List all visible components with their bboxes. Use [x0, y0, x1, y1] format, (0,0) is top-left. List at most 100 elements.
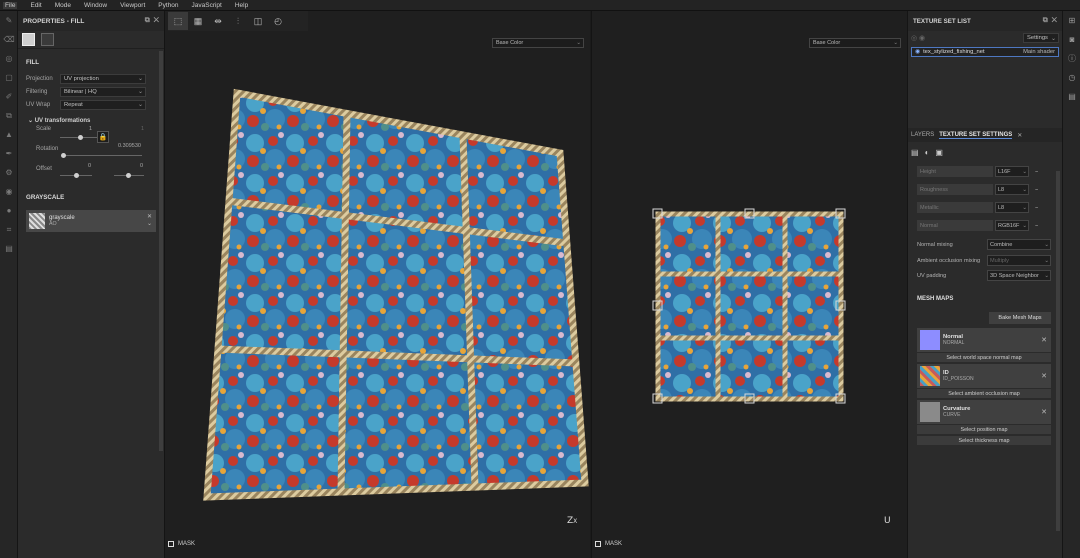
close-icon[interactable]: ⧉ ✕: [145, 17, 159, 25]
filtering-row: Filtering Bilinear | HQ: [18, 85, 164, 98]
material-icon[interactable]: ●: [0, 201, 18, 220]
remove-channel-metallic-icon[interactable]: −: [1035, 205, 1038, 211]
gizmo-x-label: X: [573, 518, 578, 525]
channel-format-roughness[interactable]: L8: [995, 184, 1029, 195]
uv-icon[interactable]: ◫: [248, 12, 268, 30]
mesh-map-normal[interactable]: Normal NORMAL ✕: [917, 328, 1051, 352]
rotation-track[interactable]: [62, 155, 142, 156]
settings-icon[interactable]: ⚙: [0, 163, 18, 182]
curvature-map-remove-icon[interactable]: ✕: [1041, 408, 1047, 416]
uvwrap-row: UV Wrap Repeat: [18, 98, 164, 111]
panel-close-icon[interactable]: ⧉ ✕: [1043, 17, 1057, 25]
menu-window[interactable]: Window: [84, 2, 107, 9]
right-panel-scrollbar[interactable]: [1056, 171, 1060, 531]
mask-checkbox-right[interactable]: [595, 541, 601, 547]
camera-orbit-icon[interactable]: ◴: [268, 12, 288, 30]
paint-brush-icon[interactable]: ✎: [0, 11, 18, 30]
grid-icon[interactable]: ▦: [188, 12, 208, 30]
layers-panel-icon[interactable]: ⊞: [1063, 11, 1080, 30]
polygon-fill-icon[interactable]: ▲: [0, 125, 18, 144]
menu-edit[interactable]: Edit: [30, 2, 41, 9]
channel-format-height[interactable]: L16F: [995, 166, 1029, 177]
mesh-map-id[interactable]: ID ID_POISSON ✕: [917, 364, 1051, 388]
mirror-icon[interactable]: ⇹: [208, 12, 228, 30]
clone-icon[interactable]: ⧉: [0, 106, 18, 125]
log-icon[interactable]: ▤: [1063, 87, 1080, 106]
projection-row: Projection UV projection: [18, 72, 164, 85]
symmetry-icon[interactable]: ⫶: [228, 12, 248, 30]
fill-tab-icon[interactable]: [22, 33, 35, 46]
eye-icon[interactable]: ◎ ◉: [911, 34, 925, 42]
rotation-knob[interactable]: [61, 153, 66, 158]
normal-mixing-select[interactable]: Combine: [987, 239, 1051, 250]
properties-scrollbar[interactable]: [159, 51, 163, 451]
remove-channel-normal-icon[interactable]: −: [1035, 223, 1038, 229]
menu-viewport[interactable]: Viewport: [120, 2, 145, 9]
mask-checkbox-left[interactable]: [168, 541, 174, 547]
grayscale-close-icon[interactable]: ✕ ⌄: [147, 214, 152, 228]
scale-u-knob[interactable]: [78, 135, 83, 140]
menu-help[interactable]: Help: [235, 2, 248, 9]
channel-icon[interactable]: ◐: [925, 148, 930, 157]
remove-channel-height-icon[interactable]: −: [1035, 169, 1038, 175]
texture-set-item[interactable]: ◉ tex_stylized_fishing_net Main shader: [911, 47, 1059, 57]
tab-close-icon[interactable]: ✕: [1017, 132, 1022, 139]
tab-layers[interactable]: LAYERS: [911, 132, 934, 138]
viewport-3d[interactable]: Base Color ⌄ ZX MASK: [165, 11, 590, 558]
tab-texture-set-settings[interactable]: TEXTURE SET SETTINGS: [939, 132, 1013, 139]
uv-padding-select[interactable]: 3D Space Neighbor: [987, 270, 1051, 281]
channel-format-normal[interactable]: RGB16F: [995, 220, 1029, 231]
picker-icon[interactable]: ✒: [0, 144, 18, 163]
selection-icon[interactable]: ⬚: [168, 12, 188, 30]
eraser-icon[interactable]: ⌫: [0, 30, 18, 49]
select-ao-button[interactable]: Select ambient occlusion map: [917, 389, 1051, 398]
bake-icon[interactable]: ◉: [0, 182, 18, 201]
menu-mode[interactable]: Mode: [55, 2, 71, 9]
bake-mesh-maps-button[interactable]: Bake Mesh Maps: [989, 312, 1051, 324]
mesh-map-curvature[interactable]: Curvature CURVE ✕: [917, 400, 1051, 424]
offset-v-knob[interactable]: [126, 173, 131, 178]
select-thickness-button[interactable]: Select thickness map: [917, 436, 1051, 445]
bake-settings-icon[interactable]: ▣: [935, 148, 943, 157]
filtering-select[interactable]: Bilinear | HQ: [60, 86, 146, 97]
projection-icon[interactable]: ◎: [0, 49, 18, 68]
remove-channel-roughness-icon[interactable]: −: [1035, 187, 1038, 193]
filtering-value: Bilinear | HQ: [64, 88, 97, 95]
normal-map-remove-icon[interactable]: ✕: [1041, 336, 1047, 344]
smudge-icon[interactable]: ✐: [0, 87, 18, 106]
mask-toggle-left[interactable]: MASK: [168, 541, 195, 547]
projection-select[interactable]: UV projection: [60, 73, 146, 84]
material-tab-icon[interactable]: [41, 33, 54, 46]
lock-icon[interactable]: 🔒: [97, 131, 109, 143]
menu-file[interactable]: File: [3, 1, 18, 9]
viewport-2d[interactable]: Base Color U MASK: [591, 11, 907, 558]
history-icon[interactable]: ◷: [1063, 68, 1080, 87]
grayscale-slot[interactable]: grayscale AO ✕ ⌄: [26, 210, 156, 232]
geometry-mask-icon[interactable]: ▢: [0, 68, 18, 87]
grayscale-section-title: GRAYSCALE: [26, 194, 65, 201]
offset-u-knob[interactable]: [74, 173, 79, 178]
info-icon[interactable]: ⓘ: [1063, 49, 1080, 68]
uv-tile-2d: [658, 214, 841, 399]
visibility-icon[interactable]: ◉: [915, 49, 920, 55]
ao-mixing-select[interactable]: Multiply: [987, 255, 1051, 266]
shelf-icon[interactable]: ◙: [1063, 30, 1080, 49]
select-position-button[interactable]: Select position map: [917, 425, 1051, 434]
select-world-normal-button[interactable]: Select world space normal map: [917, 353, 1051, 362]
uvwrap-select[interactable]: Repeat: [60, 99, 146, 110]
channel-format-metallic[interactable]: L8: [995, 202, 1029, 213]
viewport-3d-scene: [203, 88, 589, 501]
document-icon[interactable]: ▤: [0, 239, 18, 258]
uv-transformations-header[interactable]: ⌄ UV transformations: [18, 111, 164, 126]
mask-toggle-right[interactable]: MASK: [595, 541, 622, 547]
python-icon[interactable]: ⌗: [0, 220, 18, 239]
id-map-remove-icon[interactable]: ✕: [1041, 372, 1047, 380]
menu-javascript[interactable]: JavaScript: [192, 2, 222, 9]
menu-python[interactable]: Python: [158, 2, 178, 9]
settings-dropdown[interactable]: Settings: [1023, 33, 1059, 43]
panel-tabs: LAYERS TEXTURE SET SETTINGS ✕: [908, 128, 1063, 142]
offset-v-value: 0: [140, 163, 144, 169]
channel-name-roughness: Roughness: [917, 184, 993, 195]
mask-label-right: MASK: [605, 541, 623, 547]
texture-settings-icon[interactable]: ▤: [911, 148, 919, 157]
